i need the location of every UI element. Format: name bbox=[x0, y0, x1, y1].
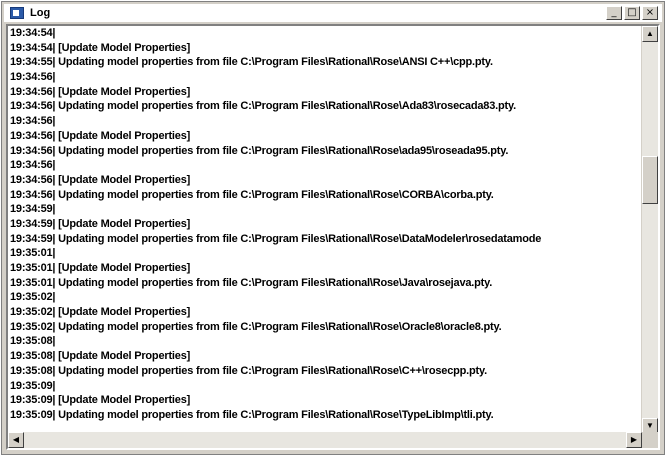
log-line: 19:35:09| Updating model properties from… bbox=[10, 408, 494, 421]
log-window-icon bbox=[10, 7, 24, 19]
log-line: 19:35:08| [Update Model Properties] bbox=[10, 350, 191, 363]
log-line: 19:34:56| [Update Model Properties] bbox=[10, 129, 191, 142]
scroll-right-button[interactable]: ▶ bbox=[626, 432, 642, 448]
log-line: 19:35:01| Updating model properties from… bbox=[10, 276, 493, 289]
log-line: 19:34:54| bbox=[10, 27, 56, 39]
log-line: 19:34:56| bbox=[10, 159, 56, 172]
log-line: 19:34:59| bbox=[10, 203, 56, 216]
log-line: 19:35:02| [Update Model Properties] bbox=[10, 306, 191, 319]
log-line: 19:35:02| Updating model properties from… bbox=[10, 320, 502, 333]
log-line: 19:35:01| bbox=[10, 247, 56, 260]
log-line: 19:34:56| bbox=[10, 71, 56, 84]
vertical-scrollbar[interactable]: ▲ ▼ bbox=[641, 26, 658, 434]
scroll-up-button[interactable]: ▲ bbox=[642, 26, 658, 42]
horizontal-scrollbar[interactable]: ◀ ▶ bbox=[8, 432, 642, 448]
log-window: Log _ □ × 19:34:54| 19:34:54| [Update Mod… bbox=[1, 1, 665, 455]
log-line: 19:34:54| [Update Model Properties] bbox=[10, 41, 191, 54]
log-line: 19:35:09| [Update Model Properties] bbox=[10, 394, 191, 407]
log-line: 19:35:08| Updating model properties from… bbox=[10, 364, 487, 377]
maximize-button[interactable]: □ bbox=[624, 6, 640, 20]
close-button[interactable]: × bbox=[642, 6, 658, 20]
log-line: 19:34:56| [Update Model Properties] bbox=[10, 173, 191, 186]
log-line: 19:35:08| bbox=[10, 335, 56, 348]
log-line: 19:34:56| bbox=[10, 115, 56, 128]
log-line: 19:34:56| [Update Model Properties] bbox=[10, 85, 191, 98]
window-controls: _ □ × bbox=[606, 6, 658, 20]
log-line: 19:35:01| [Update Model Properties] bbox=[10, 262, 191, 274]
scroll-left-button[interactable]: ◀ bbox=[8, 432, 24, 448]
log-line: 19:35:09| bbox=[10, 379, 56, 392]
vertical-scroll-thumb[interactable] bbox=[642, 156, 658, 204]
log-line: 19:34:56| Updating model properties from… bbox=[10, 144, 509, 157]
log-line: 19:34:59| [Update Model Properties] bbox=[10, 217, 191, 230]
scrollbar-corner bbox=[642, 432, 658, 448]
log-text-area[interactable]: 19:34:54| 19:34:54| [Update Model Propert… bbox=[10, 26, 642, 436]
log-line: 19:35:02| bbox=[10, 291, 56, 304]
minimize-button[interactable]: _ bbox=[606, 6, 622, 20]
log-panel: 19:34:54| 19:34:54| [Update Model Propert… bbox=[6, 24, 660, 450]
log-line: 19:34:59| Updating model properties from… bbox=[10, 232, 542, 245]
log-line: 19:34:56| Updating model properties from… bbox=[10, 188, 494, 201]
log-line: 19:34:55| Updating model properties from… bbox=[10, 56, 493, 69]
title-bar[interactable]: Log _ □ × bbox=[4, 4, 662, 22]
log-line: 19:34:56| Updating model properties from… bbox=[10, 100, 516, 113]
window-title: Log bbox=[30, 7, 51, 19]
